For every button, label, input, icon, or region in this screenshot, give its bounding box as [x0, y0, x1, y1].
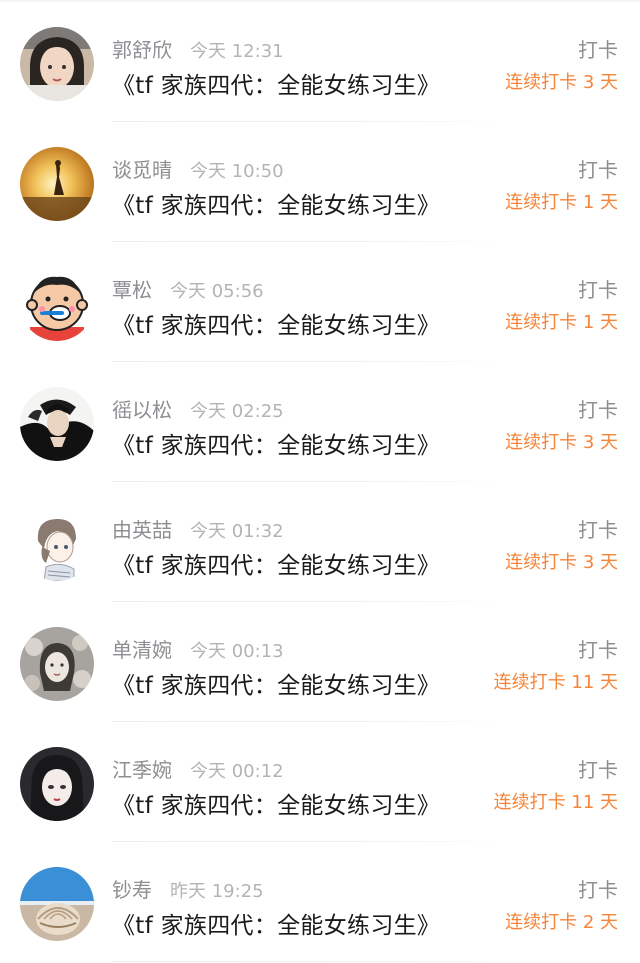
entry-meta: 郭舒欣 今天 12:31	[112, 34, 284, 62]
list-item[interactable]: 覃松 今天 05:56 《tf 家族四代：全能女练习生》 打卡 连续打卡 1 天	[0, 242, 640, 362]
entry-meta: 覃松 今天 05:56	[112, 274, 264, 302]
entry-meta: 单清婉 今天 00:13	[112, 634, 284, 662]
user-name[interactable]: 江季婉	[112, 754, 172, 783]
user-name[interactable]: 单清婉	[112, 634, 172, 663]
streak-text: 连续打卡 1 天	[505, 192, 618, 213]
avatar-cartoon-toothbrush-icon	[20, 267, 94, 341]
avatar-anime-sketch-icon	[20, 507, 94, 581]
avatar[interactable]	[20, 27, 94, 101]
timestamp: 今天 05:56	[170, 281, 264, 302]
book-title[interactable]: 《tf 家族四代：全能女练习生》	[112, 906, 440, 940]
streak-text: 连续打卡 2 天	[505, 912, 618, 933]
book-title[interactable]: 《tf 家族四代：全能女练习生》	[112, 546, 440, 580]
timestamp: 今天 00:12	[190, 761, 284, 782]
streak-text: 连续打卡 11 天	[493, 792, 618, 813]
checkin-label: 打卡	[578, 398, 618, 422]
avatar-anime-girl-icon	[20, 747, 94, 821]
checkin-label: 打卡	[578, 38, 618, 62]
timestamp: 今天 12:31	[190, 41, 284, 62]
checkin-label: 打卡	[578, 758, 618, 782]
streak-text: 连续打卡 11 天	[493, 672, 618, 693]
avatar-girl-selfie-icon	[20, 27, 94, 101]
list-item[interactable]: 郭舒欣 今天 12:31 《tf 家族四代：全能女练习生》 打卡 连续打卡 3 …	[0, 2, 640, 122]
timestamp: 今天 10:50	[190, 161, 284, 182]
avatar[interactable]	[20, 387, 94, 461]
book-title[interactable]: 《tf 家族四代：全能女练习生》	[112, 186, 440, 220]
avatar[interactable]	[20, 147, 94, 221]
entry-meta: 江季婉 今天 00:12	[112, 754, 284, 782]
avatar[interactable]	[20, 267, 94, 341]
entry-meta: 由英喆 今天 01:32	[112, 514, 284, 542]
checkin-label: 打卡	[578, 638, 618, 662]
user-name[interactable]: 徭以松	[112, 394, 172, 423]
timestamp: 今天 00:13	[190, 641, 284, 662]
avatar-girl-flowers-icon	[20, 627, 94, 701]
timestamp: 今天 01:32	[190, 521, 284, 542]
checkin-label: 打卡	[578, 518, 618, 542]
user-name[interactable]: 郭舒欣	[112, 34, 172, 63]
streak-text: 连续打卡 3 天	[505, 432, 618, 453]
timestamp: 昨天 19:25	[170, 881, 264, 902]
book-title[interactable]: 《tf 家族四代：全能女练习生》	[112, 666, 440, 700]
list-item[interactable]: 单清婉 今天 00:13 《tf 家族四代：全能女练习生》 打卡 连续打卡 11…	[0, 602, 640, 722]
avatar[interactable]	[20, 507, 94, 581]
checkin-list: 郭舒欣 今天 12:31 《tf 家族四代：全能女练习生》 打卡 连续打卡 3 …	[0, 0, 640, 963]
checkin-label: 打卡	[578, 278, 618, 302]
timestamp: 今天 02:25	[190, 401, 284, 422]
book-title[interactable]: 《tf 家族四代：全能女练习生》	[112, 426, 440, 460]
list-item[interactable]: 谈觅晴 今天 10:50 《tf 家族四代：全能女练习生》 打卡 连续打卡 1 …	[0, 122, 640, 242]
avatar[interactable]	[20, 747, 94, 821]
entry-meta: 钞寿 昨天 19:25	[112, 874, 264, 902]
checkin-label: 打卡	[578, 878, 618, 902]
checkin-label: 打卡	[578, 158, 618, 182]
book-title[interactable]: 《tf 家族四代：全能女练习生》	[112, 306, 440, 340]
user-name[interactable]: 钞寿	[112, 874, 152, 903]
list-item[interactable]: 江季婉 今天 00:12 《tf 家族四代：全能女练习生》 打卡 连续打卡 11…	[0, 722, 640, 842]
user-name[interactable]: 覃松	[112, 274, 152, 303]
avatar-anime-dark-icon	[20, 387, 94, 461]
user-name[interactable]: 谈觅晴	[112, 154, 172, 183]
book-title[interactable]: 《tf 家族四代：全能女练习生》	[112, 786, 440, 820]
streak-text: 连续打卡 3 天	[505, 72, 618, 93]
entry-meta: 徭以松 今天 02:25	[112, 394, 284, 422]
user-name[interactable]: 由英喆	[112, 514, 172, 543]
book-title[interactable]: 《tf 家族四代：全能女练习生》	[112, 66, 440, 100]
avatar-sunset-silhouette-icon	[20, 147, 94, 221]
avatar[interactable]	[20, 627, 94, 701]
list-item[interactable]: 徭以松 今天 02:25 《tf 家族四代：全能女练习生》 打卡 连续打卡 3 …	[0, 362, 640, 482]
streak-text: 连续打卡 3 天	[505, 552, 618, 573]
list-item[interactable]: 由英喆 今天 01:32 《tf 家族四代：全能女练习生》 打卡 连续打卡 3 …	[0, 482, 640, 602]
avatar-seashell-icon	[20, 867, 94, 941]
avatar[interactable]	[20, 867, 94, 941]
entry-meta: 谈觅晴 今天 10:50	[112, 154, 284, 182]
list-item[interactable]: 钞寿 昨天 19:25 《tf 家族四代：全能女练习生》 打卡 连续打卡 2 天	[0, 842, 640, 962]
streak-text: 连续打卡 1 天	[505, 312, 618, 333]
